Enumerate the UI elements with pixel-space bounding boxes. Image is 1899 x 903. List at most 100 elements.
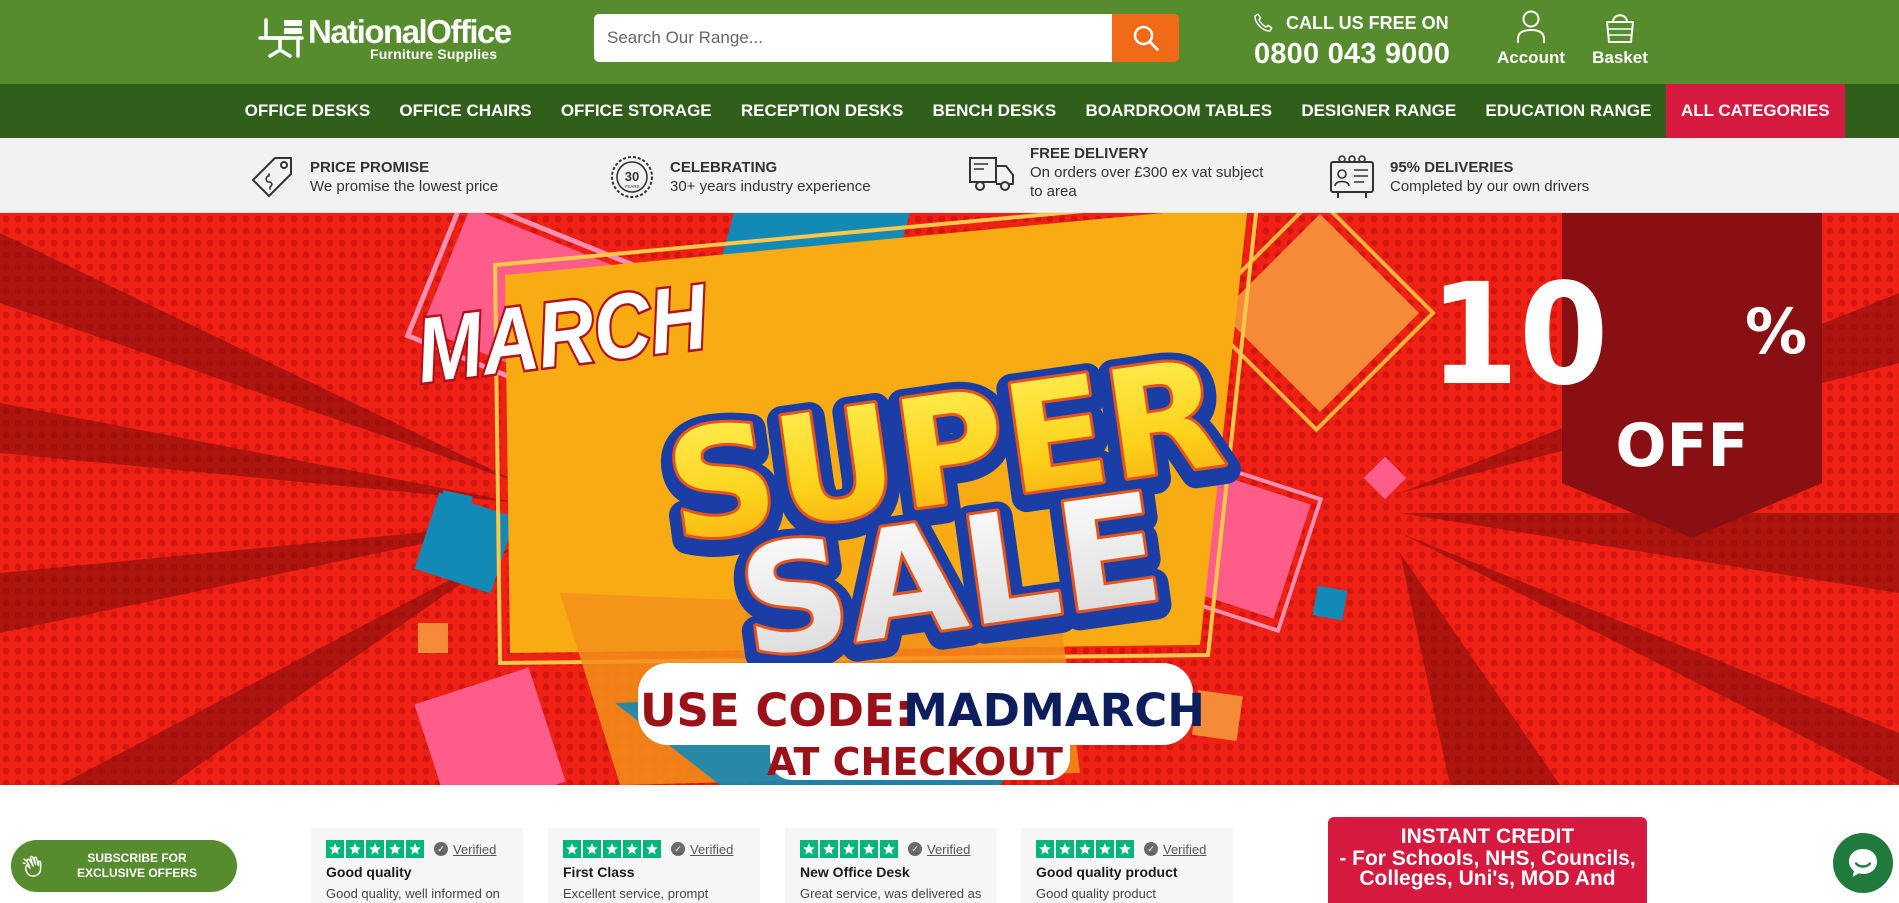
star-icon bbox=[1076, 840, 1094, 858]
subscribe-line-2: EXCLUSIVE OFFERS bbox=[76, 866, 198, 880]
nav-item-office-desks[interactable]: OFFICE DESKS bbox=[230, 84, 385, 138]
badge-number: 30 bbox=[625, 169, 639, 184]
star-icon bbox=[880, 840, 898, 858]
nav-item-designer-range[interactable]: DESIGNER RANGE bbox=[1287, 84, 1471, 138]
phone-icon bbox=[1254, 13, 1273, 32]
review-card[interactable]: ✓ Verified New Office Desk Great service,… bbox=[785, 828, 997, 903]
logo-name: NationalOffice bbox=[308, 13, 512, 50]
star-icon bbox=[860, 840, 878, 858]
review-card[interactable]: ✓ Verified Good quality Good quality, wel… bbox=[311, 828, 523, 903]
hero-artwork: MARCH SUPER SUPER SALE SALE USE CODE: MA… bbox=[0, 213, 1899, 785]
star-icon bbox=[583, 840, 601, 858]
star-rating: ✓ Verified bbox=[800, 840, 982, 858]
phone-label: CALL US FREE ON bbox=[1286, 12, 1449, 33]
usp-text: On orders over £300 ex vat subject to ar… bbox=[1030, 164, 1264, 200]
usp-deliveries: 95% DELIVERIES Completed by our own driv… bbox=[1328, 152, 1589, 202]
usp-title: FREE DELIVERY bbox=[1030, 145, 1149, 162]
review-title: First Class bbox=[563, 864, 635, 880]
usp-title: PRICE PROMISE bbox=[310, 158, 430, 176]
star-icon bbox=[1096, 840, 1114, 858]
hero-code: MADMARCH bbox=[903, 684, 1205, 737]
reviews-section: ✓ Verified Good quality Good quality, wel… bbox=[0, 785, 1899, 903]
review-body: Good quality product bbox=[1036, 886, 1156, 901]
hero-percent: % bbox=[1745, 295, 1807, 368]
star-rating: ✓ Verified bbox=[326, 840, 508, 858]
header: NationalOffice Furniture Supplies CALL U… bbox=[0, 0, 1899, 84]
chat-icon bbox=[1849, 849, 1877, 877]
price-tag-icon bbox=[252, 157, 292, 197]
usp-title: CELEBRATING bbox=[670, 158, 778, 176]
nav-item-all-categories[interactable]: ALL CATEGORIES bbox=[1665, 84, 1845, 138]
star-icon bbox=[386, 840, 404, 858]
star-icon bbox=[1116, 840, 1134, 858]
check-icon: ✓ bbox=[671, 842, 685, 856]
nav-item-bench-desks[interactable]: BENCH DESKS bbox=[918, 84, 1071, 138]
review-title: Good quality bbox=[326, 864, 412, 880]
star-icon bbox=[346, 840, 364, 858]
verified-badge[interactable]: ✓ Verified bbox=[1144, 842, 1206, 857]
check-icon: ✓ bbox=[1144, 842, 1158, 856]
usp-celebrating: 30 YEARS CELEBRATING 30+ years industry … bbox=[608, 152, 871, 202]
user-icon bbox=[1517, 10, 1545, 43]
star-icon bbox=[563, 840, 581, 858]
live-chat-button[interactable] bbox=[1833, 833, 1893, 893]
star-icon bbox=[840, 840, 858, 858]
verified-badge[interactable]: ✓ Verified bbox=[434, 842, 496, 857]
review-title: New Office Desk bbox=[800, 864, 910, 880]
star-icon bbox=[800, 840, 818, 858]
subscribe-line-1: SUBSCRIBE FOR bbox=[87, 851, 187, 865]
check-icon: ✓ bbox=[434, 842, 448, 856]
basket-link[interactable]: Basket bbox=[1588, 10, 1652, 68]
hand-wave-icon bbox=[22, 855, 42, 877]
hero-banner[interactable]: MARCH SUPER SUPER SALE SALE USE CODE: MA… bbox=[0, 213, 1899, 785]
instant-credit-banner[interactable]: INSTANT CREDIT - For Schools, NHS, Counc… bbox=[1328, 817, 1647, 903]
usp-text: 30+ years industry experience bbox=[670, 177, 871, 195]
basket-icon bbox=[1606, 14, 1634, 43]
office-chair-logo-icon bbox=[258, 18, 304, 58]
star-icon bbox=[326, 840, 344, 858]
usp-price-promise: PRICE PROMISE We promise the lowest pric… bbox=[248, 152, 498, 202]
credit-line-2: Colleges, Uni's, MOD And bbox=[1359, 867, 1616, 890]
subscribe-button[interactable]: SUBSCRIBE FOR EXCLUSIVE OFFERS bbox=[11, 840, 237, 892]
usp-text: We promise the lowest price bbox=[310, 177, 499, 195]
search-bar bbox=[594, 14, 1179, 62]
star-rating: ✓ Verified bbox=[563, 840, 745, 858]
star-icon bbox=[623, 840, 641, 858]
usp-text: Completed by our own drivers bbox=[1390, 177, 1590, 195]
star-icon bbox=[820, 840, 838, 858]
search-input[interactable] bbox=[594, 14, 1112, 62]
phone-number[interactable]: 0800 043 9000 bbox=[1254, 38, 1450, 71]
star-icon bbox=[366, 840, 384, 858]
hero-off: OFF bbox=[1616, 411, 1749, 481]
nav-item-reception-desks[interactable]: RECEPTION DESKS bbox=[726, 84, 918, 138]
review-body: Great service, was delivered as bbox=[800, 886, 982, 901]
review-card[interactable]: ✓ Verified First Class Excellent service,… bbox=[548, 828, 760, 903]
review-title: Good quality product bbox=[1036, 864, 1178, 880]
star-icon bbox=[603, 840, 621, 858]
usp-title: 95% DELIVERIES bbox=[1390, 158, 1514, 176]
thirty-years-badge-icon: 30 YEARS bbox=[611, 156, 653, 198]
star-icon bbox=[406, 840, 424, 858]
search-icon bbox=[1133, 25, 1159, 51]
verified-badge[interactable]: ✓ Verified bbox=[671, 842, 733, 857]
nav-item-boardroom-tables[interactable]: BOARDROOM TABLES bbox=[1071, 84, 1287, 138]
star-icon bbox=[643, 840, 661, 858]
review-body: Good quality, well informed on bbox=[326, 886, 500, 901]
search-button[interactable] bbox=[1112, 14, 1179, 62]
delivery-driver-icon bbox=[1330, 155, 1374, 198]
delivery-truck-icon bbox=[969, 157, 1014, 191]
nav-item-office-storage[interactable]: OFFICE STORAGE bbox=[546, 84, 726, 138]
verified-badge[interactable]: ✓ Verified bbox=[908, 842, 970, 857]
badge-sub: YEARS bbox=[624, 184, 639, 189]
nav-item-office-chairs[interactable]: OFFICE CHAIRS bbox=[385, 84, 546, 138]
hero-code-label: USE CODE: bbox=[640, 684, 913, 737]
hero-code-suffix: AT CHECKOUT bbox=[767, 740, 1063, 784]
logo-tagline: Furniture Supplies bbox=[370, 46, 498, 62]
site-logo[interactable]: NationalOffice Furniture Supplies bbox=[258, 14, 528, 62]
basket-label: Basket bbox=[1592, 48, 1648, 67]
account-link[interactable]: Account bbox=[1494, 10, 1568, 68]
nav-item-education-range[interactable]: EDUCATION RANGE bbox=[1471, 84, 1666, 138]
review-card[interactable]: ✓ Verified Good quality product Good qual… bbox=[1021, 828, 1233, 903]
usp-bar: PRICE PROMISE We promise the lowest pric… bbox=[0, 138, 1899, 213]
hero-discount: 10 bbox=[1429, 253, 1608, 416]
